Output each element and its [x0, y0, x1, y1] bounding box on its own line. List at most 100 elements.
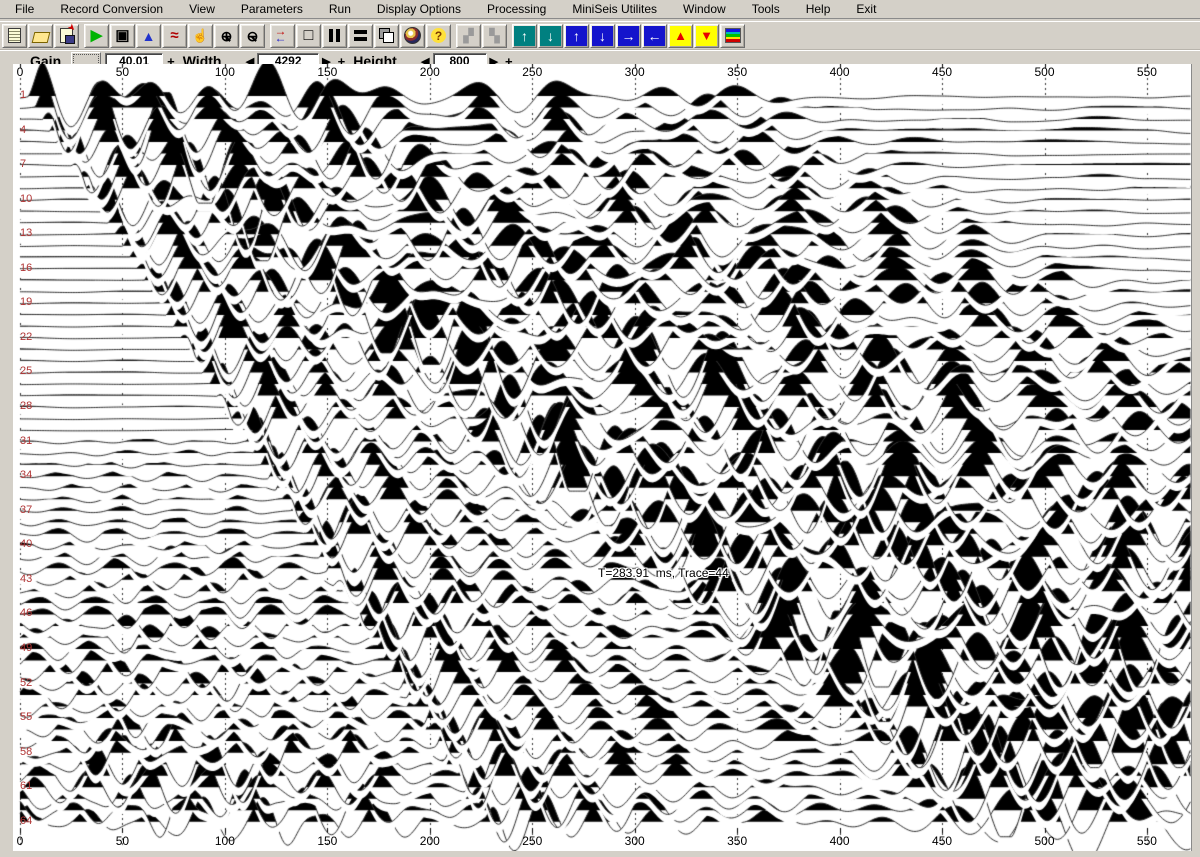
save-record-icon — [60, 28, 73, 43]
disabled-shapes-icon: ▞ — [464, 29, 474, 42]
menu-window[interactable]: Window — [670, 0, 739, 19]
trace-number-label: 64 — [20, 815, 32, 827]
time-tick-label: 450 — [932, 834, 952, 848]
trace-number-label: 7 — [20, 158, 26, 170]
open-record-button[interactable] — [28, 24, 53, 48]
disabled-plot-icon: ▚ — [490, 29, 500, 42]
menu-miniseis-utilites[interactable]: MiniSeis Utilites — [559, 0, 670, 19]
right-arrow-icon: → — [622, 29, 636, 43]
time-tick-label: 350 — [727, 65, 747, 79]
time-tick-label: 500 — [1034, 834, 1054, 848]
trace-number-label: 61 — [20, 780, 32, 792]
scroll-right-button[interactable]: → — [616, 24, 641, 48]
zoom-out-button[interactable]: ⊖ — [240, 24, 265, 48]
toolbar: ▶ ▣ ▲ ≈ ☝ ⊕ ⊖ □? ▞ ▚ ↑ ↓ ↑ ↓ → ← ▲ ▼ — [0, 22, 1200, 50]
menu-exit[interactable]: Exit — [843, 0, 889, 19]
gain-up-button[interactable]: ▲ — [668, 24, 693, 48]
trace-number-label: 58 — [20, 746, 32, 758]
time-tick-label: 300 — [625, 65, 645, 79]
menu-parameters[interactable]: Parameters — [228, 0, 316, 19]
menu-help[interactable]: Help — [793, 0, 844, 19]
amplitude-view-button[interactable]: ▲ — [136, 24, 161, 48]
time-tick-label: 350 — [727, 834, 747, 848]
question-mark-icon: ? — [431, 28, 446, 43]
time-tick-label: 0 — [17, 65, 24, 79]
new-record-button[interactable] — [2, 24, 27, 48]
time-tick-label: 100 — [215, 65, 235, 79]
rectangle-select-button[interactable]: □ — [296, 24, 321, 48]
trace-number-label: 43 — [20, 573, 32, 585]
overlay-squares-icon — [379, 28, 390, 39]
swap-arrows-icon — [275, 28, 291, 44]
down-arrow-icon: ↓ — [547, 29, 554, 43]
pause-bars-icon — [329, 29, 333, 42]
overlay-windows-button[interactable] — [374, 24, 399, 48]
menu-display-options[interactable]: Display Options — [364, 0, 474, 19]
swap-direction-button[interactable] — [270, 24, 295, 48]
help-button[interactable]: ? — [426, 24, 451, 48]
menu-view[interactable]: View — [176, 0, 228, 19]
process-button[interactable]: ▞ — [456, 24, 481, 48]
menu-record-conversion[interactable]: Record Conversion — [47, 0, 176, 19]
menu-processing[interactable]: Processing — [474, 0, 559, 19]
trace-number-label: 34 — [20, 469, 32, 481]
peak-mountain-icon: ▲ — [142, 29, 156, 43]
save-convert-button[interactable] — [54, 24, 79, 48]
time-tick-label: 450 — [932, 65, 952, 79]
menu-tools[interactable]: Tools — [739, 0, 793, 19]
plot-area: 0050501001001501502002002502503003003503… — [0, 64, 1200, 857]
last-trace-button[interactable]: ↓ — [538, 24, 563, 48]
new-document-icon — [8, 28, 21, 43]
zoom-out-icon: ⊖ — [247, 29, 259, 43]
first-trace-button[interactable]: ↑ — [512, 24, 537, 48]
red-up-triangle-icon: ▲ — [674, 29, 687, 42]
color-display-button[interactable] — [400, 24, 425, 48]
hand-icon: ☝ — [192, 29, 208, 42]
wiggle-trace-button[interactable]: ≈ — [162, 24, 187, 48]
time-tick-label: 550 — [1137, 65, 1157, 79]
menu-file[interactable]: File — [2, 0, 47, 19]
time-tick-label: 0 — [17, 834, 24, 848]
run-button[interactable]: ▶ — [84, 24, 109, 48]
down-arrow-icon: ↓ — [599, 29, 606, 43]
up-arrow-icon: ↑ — [521, 29, 528, 43]
scroll-up-button[interactable]: ↑ — [564, 24, 589, 48]
run-play-icon: ▶ — [91, 28, 103, 43]
trace-number-label: 40 — [20, 538, 32, 550]
left-arrow-icon: ← — [648, 29, 662, 43]
zoom-in-button[interactable]: ⊕ — [214, 24, 239, 48]
pause-button[interactable] — [322, 24, 347, 48]
time-tick-label: 300 — [625, 834, 645, 848]
trace-number-label: 13 — [20, 227, 32, 239]
color-bars-icon — [725, 28, 741, 43]
pan-button[interactable]: ☝ — [188, 24, 213, 48]
scroll-left-button[interactable]: ← — [642, 24, 667, 48]
time-tick-label: 150 — [317, 834, 337, 848]
equal-scale-button[interactable] — [348, 24, 373, 48]
scroll-down-button[interactable]: ↓ — [590, 24, 615, 48]
time-tick-label: 400 — [830, 65, 850, 79]
export-button[interactable]: ▚ — [482, 24, 507, 48]
trace-number-label: 52 — [20, 677, 32, 689]
gain-down-button[interactable]: ▼ — [694, 24, 719, 48]
time-tick-label: 250 — [522, 834, 542, 848]
trace-number-label: 31 — [20, 435, 32, 447]
menu-run[interactable]: Run — [316, 0, 364, 19]
time-tick-label: 400 — [830, 834, 850, 848]
seismic-canvas[interactable] — [13, 64, 1191, 851]
up-arrow-icon: ↑ — [573, 29, 580, 43]
trace-number-label: 37 — [20, 504, 32, 516]
application-window: { "app": { "bg": "#d4d0c8" }, "menu": { … — [0, 0, 1200, 857]
trace-number-label: 1 — [20, 89, 26, 101]
trace-number-label: 28 — [20, 400, 32, 412]
trace-number-label: 46 — [20, 607, 32, 619]
stop-button[interactable]: ▣ — [110, 24, 135, 48]
time-tick-label: 150 — [317, 65, 337, 79]
plot-surface: 0050501001001501502002002502503003003503… — [13, 64, 1192, 851]
time-tick-label: 200 — [420, 834, 440, 848]
trace-number-label: 4 — [20, 124, 26, 136]
trace-number-label: 55 — [20, 711, 32, 723]
equals-bars-icon — [354, 30, 367, 34]
palette-button[interactable] — [720, 24, 745, 48]
open-folder-icon — [31, 32, 50, 43]
